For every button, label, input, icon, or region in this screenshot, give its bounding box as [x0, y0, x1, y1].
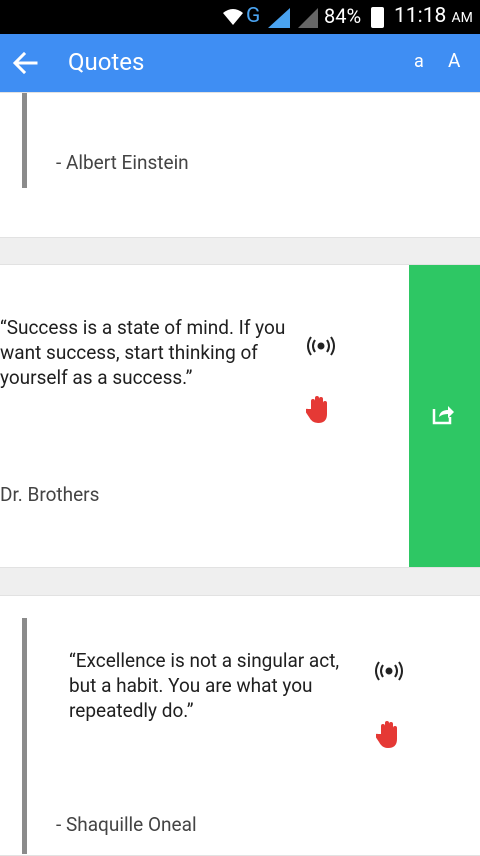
share-icon[interactable]	[431, 403, 455, 425]
signal-secondary-icon	[298, 8, 318, 28]
quote-card: “Excellence is not a singular act, but a…	[0, 595, 480, 856]
quote-author: - Albert Einstein	[56, 151, 189, 174]
hand-icon[interactable]	[376, 720, 402, 750]
quote-bar	[22, 93, 27, 188]
clock-time: 11:18	[394, 4, 447, 28]
clock: 11:18 AM	[394, 4, 473, 28]
network-type: G	[246, 4, 261, 28]
hand-icon[interactable]	[306, 395, 332, 425]
quote-bar	[22, 618, 27, 854]
page-title: Quotes	[68, 48, 145, 76]
app-bar: Quotes a A	[0, 34, 480, 92]
quote-author: Dr. Brothers	[0, 483, 100, 506]
share-panel[interactable]	[409, 265, 480, 567]
decrease-font-button[interactable]: a	[414, 51, 424, 72]
quote-card: “Success is a state of mind. If you want…	[0, 264, 480, 568]
quote-text: “Excellence is not a singular act, but a…	[69, 649, 340, 722]
back-arrow-icon[interactable]	[10, 48, 40, 78]
wifi-icon	[223, 9, 243, 25]
increase-font-button[interactable]: A	[448, 49, 460, 72]
listen-icon[interactable]	[304, 335, 338, 357]
signal-icon	[268, 8, 290, 28]
battery-icon	[371, 7, 384, 28]
quote-text: “Success is a state of mind. If you want…	[0, 316, 286, 389]
quote-author: - Shaquille Oneal	[56, 813, 197, 836]
status-bar: G 84% 11:18 AM	[0, 0, 480, 34]
clock-ampm: AM	[451, 10, 473, 26]
battery-percent: 84%	[324, 4, 362, 28]
listen-icon[interactable]	[372, 660, 406, 682]
quote-card: - Albert Einstein	[0, 92, 480, 238]
